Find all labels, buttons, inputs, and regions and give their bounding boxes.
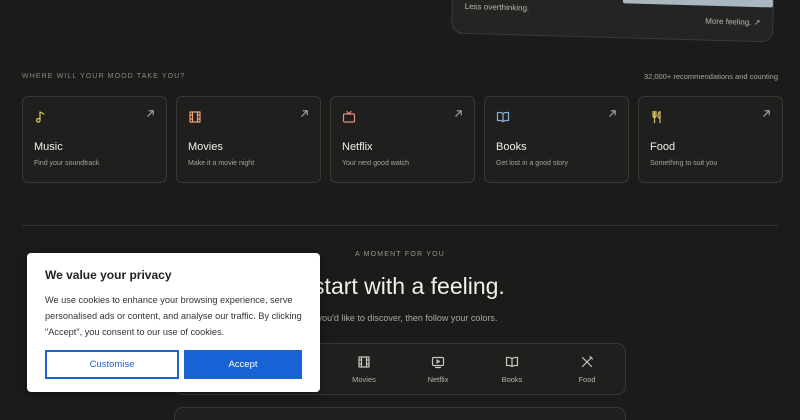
cookie-title: We value your privacy: [45, 268, 172, 282]
arrow-up-right-icon: [455, 110, 462, 117]
selector-item-label: Netflix: [427, 375, 449, 384]
music-note-icon: [35, 111, 45, 123]
card-title: Music: [34, 141, 63, 153]
card-title: Movies: [188, 141, 223, 153]
category-card-books[interactable]: Books Get lost in a good story: [484, 96, 629, 183]
category-card-netflix[interactable]: Netflix Your next good watch: [330, 96, 475, 183]
bottom-panel: [174, 407, 626, 420]
card-title: Books: [496, 141, 527, 153]
book-icon: [505, 356, 519, 368]
selector-item-netflix[interactable]: Netflix: [410, 355, 466, 384]
arrow-up-right-icon: [609, 110, 616, 117]
hero-image-strip: [622, 0, 774, 8]
selector-item-label: Movies: [352, 375, 376, 384]
category-cards: Music Find your soundtrack Movies Make i…: [22, 96, 783, 183]
section-divider: [22, 225, 778, 226]
fork-knife-icon: [581, 355, 594, 368]
category-card-food[interactable]: Food Something to suit you: [638, 96, 783, 183]
customise-button[interactable]: Customise: [45, 350, 179, 379]
selector-item-books[interactable]: Books: [484, 355, 540, 384]
page: Less overthinking. More feeling. ↗ WHERE…: [0, 0, 800, 420]
card-title: Netflix: [342, 141, 373, 153]
hero-caption-right[interactable]: More feeling. ↗: [705, 17, 760, 28]
hero-card: Less overthinking. More feeling. ↗: [450, 0, 776, 43]
accept-button[interactable]: Accept: [184, 350, 302, 379]
selector-item-movies[interactable]: Movies: [336, 355, 392, 384]
card-subtitle: Your next good watch: [342, 160, 410, 167]
section-label: WHERE WILL YOUR MOOD TAKE YOU?: [22, 73, 186, 80]
category-card-music[interactable]: Music Find your soundtrack: [22, 96, 167, 183]
recommendation-count: 32,000+ recommendations and counting: [643, 72, 778, 81]
selector-item-food[interactable]: Food: [559, 355, 615, 384]
hero-caption-left: Less overthinking.: [464, 1, 530, 13]
selector-item-label: Food: [578, 375, 596, 384]
cookie-consent-dialog: We value your privacy We use cookies to …: [27, 253, 320, 392]
fork-knife-icon: [652, 110, 661, 124]
arrow-up-right-icon: [763, 110, 770, 117]
film-icon: [358, 356, 370, 368]
card-title: Food: [650, 141, 676, 153]
category-card-movies[interactable]: Movies Make it a movie night: [176, 96, 321, 183]
arrow-up-right-icon: [147, 110, 154, 117]
tv-icon: [431, 356, 445, 369]
film-icon: [189, 111, 201, 123]
tv-icon: [342, 110, 356, 123]
card-subtitle: Something to suit you: [650, 160, 718, 167]
card-subtitle: Make it a movie night: [188, 160, 255, 167]
book-icon: [496, 111, 510, 123]
arrow-up-right-icon: [301, 110, 308, 117]
selector-item-label: Books: [501, 375, 523, 384]
card-subtitle: Get lost in a good story: [496, 160, 568, 167]
card-subtitle: Find your soundtrack: [34, 160, 100, 167]
cookie-body: We use cookies to enhance your browsing …: [45, 295, 302, 337]
